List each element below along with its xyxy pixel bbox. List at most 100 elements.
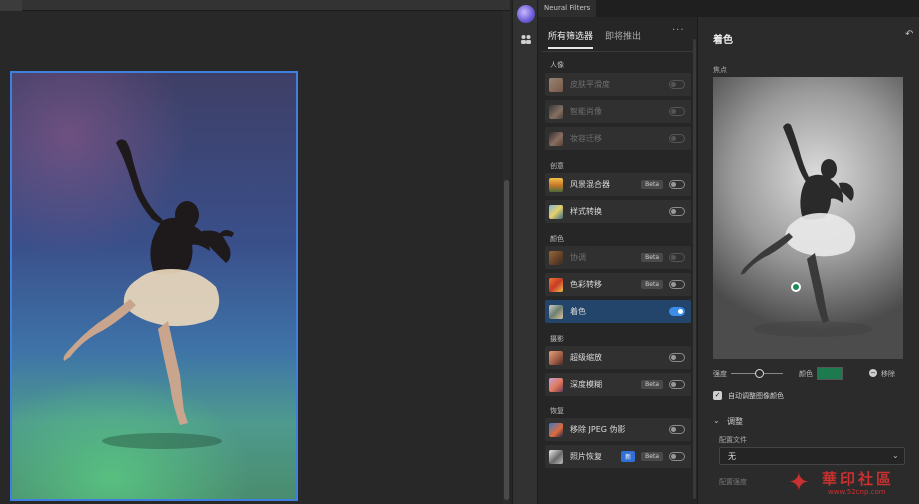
focus-label: 焦点 — [713, 66, 727, 74]
filter-item-depth-blur[interactable]: 深度模糊 Beta — [545, 373, 691, 396]
new-badge: 新 — [621, 451, 636, 462]
filter-item-photo-restoration[interactable]: 照片恢复 新 Beta — [545, 445, 691, 468]
jpeg-artifacts-thumbnail — [549, 422, 563, 437]
strength-slider-knob[interactable] — [755, 369, 765, 378]
strength-label: 强度 — [713, 370, 727, 378]
panel-toolstrip — [512, 0, 538, 504]
auto-adjust-checkbox[interactable]: ✓ — [713, 391, 722, 400]
filter-item-jpeg-artifacts[interactable]: 移除 JPEG 伪影 — [545, 418, 691, 441]
auto-adjust-label[interactable]: 自动调整图像颜色 — [728, 391, 784, 401]
filter-item-harmonization[interactable]: 协调 Beta — [545, 246, 691, 269]
beta-badge: Beta — [641, 452, 663, 461]
filter-label: 风景混合器 — [570, 180, 610, 189]
colorize-controls: 强度 颜色 − 移除 — [713, 367, 913, 381]
colorize-thumbnail — [549, 304, 563, 319]
filter-label: 色彩转移 — [570, 280, 602, 289]
colorize-preview[interactable] — [713, 77, 903, 359]
more-horizontal-icon[interactable]: ··· — [672, 25, 685, 36]
filter-list-scrollbar[interactable] — [693, 39, 696, 499]
watermark-text: 華印社區 — [822, 470, 895, 488]
filter-toggle[interactable] — [669, 353, 685, 362]
filter-tabs: 所有筛选器 即将推出 — [548, 29, 641, 49]
depth-blur-thumbnail — [549, 377, 563, 392]
filter-item-colorize[interactable]: 着色 — [545, 300, 691, 323]
category-restoration: 恢复 — [550, 407, 564, 415]
remove-label[interactable]: 移除 — [881, 369, 895, 379]
beta-badge: Beta — [641, 253, 663, 262]
watermark: ✦ 華印社區 www.52cnp.com — [788, 468, 918, 500]
document-tab[interactable] — [0, 0, 22, 11]
filter-toggle[interactable] — [669, 380, 685, 389]
filter-label: 协调 — [570, 253, 586, 262]
remove-icon[interactable]: − — [869, 369, 877, 377]
tab-all-filters[interactable]: 所有筛选器 — [548, 29, 594, 49]
filter-label: 皮肤平滑度 — [570, 80, 610, 89]
landscape-mixer-thumbnail — [549, 177, 563, 192]
watermark-url: www.52cnp.com — [828, 488, 886, 496]
filter-label: 着色 — [570, 307, 586, 316]
filter-item-smart-portrait[interactable]: 智能肖像 — [545, 100, 691, 123]
profile-value: 无 — [728, 452, 736, 461]
category-photography: 摄影 — [550, 335, 564, 343]
filter-label: 照片恢复 — [570, 452, 602, 461]
profile-dropdown[interactable]: 无 ⌄ — [719, 447, 905, 465]
filter-toggle[interactable] — [669, 80, 685, 89]
filter-label: 超级缩放 — [570, 353, 602, 362]
filter-toggle[interactable] — [669, 134, 685, 143]
filter-toggle-on[interactable] — [669, 307, 685, 316]
filter-label: 移除 JPEG 伪影 — [570, 425, 626, 434]
filter-settings: 着色 ↶ 焦点 强度 颜色 − 移除 ✓ 自动调整图像颜色 ⌄ 调整 配置文件 … — [699, 17, 919, 504]
neural-filters-panel: Neural Filters 所有筛选器 即将推出 ··· 人像 皮肤平滑度 智… — [538, 0, 919, 504]
neural-filters-icon[interactable] — [517, 5, 535, 23]
filter-item-color-transfer[interactable]: 色彩转移 Beta — [545, 273, 691, 296]
filter-label: 样式转换 — [570, 207, 602, 216]
profile-strength-label: 配置强度 — [719, 478, 747, 486]
category-color: 颜色 — [550, 235, 564, 243]
canvas-scrollbar-thumb[interactable] — [504, 180, 509, 500]
panel-title[interactable]: Neural Filters — [538, 0, 597, 17]
filter-label: 深度模糊 — [570, 380, 602, 389]
chevron-down-icon: ⌄ — [892, 451, 899, 460]
preview-dancer-silhouette — [741, 123, 873, 337]
filter-label: 智能肖像 — [570, 107, 602, 116]
color-swatch[interactable] — [817, 367, 843, 380]
people-icon[interactable] — [517, 30, 535, 48]
filter-toggle[interactable] — [669, 280, 685, 289]
category-creative: 创意 — [550, 162, 564, 170]
style-transfer-thumbnail — [549, 204, 563, 219]
document-tab-bar — [0, 0, 510, 11]
panel-titlebar: Neural Filters — [538, 0, 919, 17]
filter-list: 所有筛选器 即将推出 ··· 人像 皮肤平滑度 智能肖像 妆容迁移 创意 风景混… — [538, 17, 698, 504]
filter-toggle[interactable] — [669, 253, 685, 262]
focus-point-marker[interactable] — [791, 282, 801, 292]
filter-toggle[interactable] — [669, 207, 685, 216]
filter-item-makeup-transfer[interactable]: 妆容迁移 — [545, 127, 691, 150]
filter-item-style-transfer[interactable]: 样式转换 — [545, 200, 691, 223]
divider — [542, 51, 694, 52]
filter-toggle[interactable] — [669, 180, 685, 189]
filter-item-landscape-mixer[interactable]: 风景混合器 Beta — [545, 173, 691, 196]
photo-restoration-thumbnail — [549, 449, 563, 464]
color-transfer-thumbnail — [549, 277, 563, 292]
beta-badge: Beta — [641, 180, 663, 189]
tab-coming-soon[interactable]: 即将推出 — [605, 29, 641, 49]
harmonization-thumbnail — [549, 250, 563, 265]
filter-item-super-zoom[interactable]: 超级缩放 — [545, 346, 691, 369]
category-portrait: 人像 — [550, 61, 564, 69]
filter-toggle[interactable] — [669, 107, 685, 116]
color-label: 颜色 — [799, 370, 813, 378]
filter-toggle[interactable] — [669, 452, 685, 461]
adjust-section-label[interactable]: 调整 — [727, 416, 743, 427]
canvas-photo[interactable] — [10, 71, 298, 501]
filter-item-skin-smoothing[interactable]: 皮肤平滑度 — [545, 73, 691, 96]
dancer-silhouette — [63, 139, 234, 449]
skin-smoothing-thumbnail — [549, 77, 563, 92]
chevron-down-icon[interactable]: ⌄ — [713, 416, 720, 425]
makeup-transfer-thumbnail — [549, 131, 563, 146]
reset-icon[interactable]: ↶ — [905, 29, 913, 40]
watermark-logo-icon: ✦ — [788, 468, 810, 498]
filter-label: 妆容迁移 — [570, 134, 602, 143]
filter-toggle[interactable] — [669, 425, 685, 434]
document-canvas[interactable] — [0, 0, 510, 504]
smart-portrait-thumbnail — [549, 104, 563, 119]
